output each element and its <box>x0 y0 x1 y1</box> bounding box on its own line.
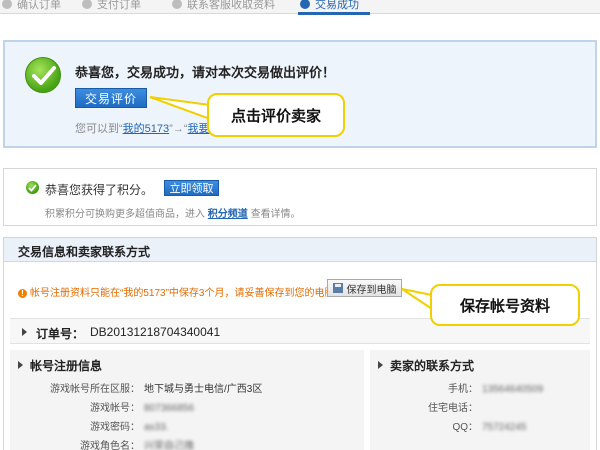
step-icon <box>172 0 182 9</box>
step-label: 交易成功 <box>315 0 359 11</box>
row-value: 75724245 <box>482 422 527 433</box>
success-check-icon <box>25 57 61 93</box>
step-label: 确认订单 <box>17 0 61 11</box>
save-button-label: 保存到电脑 <box>346 284 397 296</box>
points-desc-text: 积累积分可换购更多超值商品，进入 <box>45 209 205 220</box>
seller-row: 住宅电话： <box>370 399 482 414</box>
callout-review-seller: 点击评价卖家 <box>207 93 345 137</box>
my-5173-link[interactable]: 我的5173 <box>123 123 169 135</box>
row-value: 807366856 <box>144 403 195 414</box>
review-button[interactable]: 交易评价 <box>75 88 147 108</box>
account-info-title: 帐号注册信息 <box>30 359 103 373</box>
points-title: 恭喜您获得了积分。 <box>45 183 154 197</box>
active-step-underline <box>298 12 370 15</box>
points-desc-text: 查看详情。 <box>250 209 301 220</box>
step-2: 支付订单 <box>82 0 141 13</box>
row-value: as33. <box>144 422 169 433</box>
row-label: 住宅电话： <box>428 403 478 414</box>
callout-save-account: 保存帐号资料 <box>430 284 580 326</box>
save-warning: ! 帐号注册资料只能在“我的5173”中保存3个月，请妥善保存到您的电脑 <box>18 284 334 299</box>
points-description: 积累积分可换购更多超值商品，进入 积分频道 查看详情。 <box>45 205 301 220</box>
row-label: 游戏角色名： <box>80 441 140 450</box>
step-icon <box>2 0 12 9</box>
seller-row: QQ： 75724245 <box>370 418 527 433</box>
step-icon <box>82 0 92 9</box>
trade-info-header: 交易信息和卖家联系方式 <box>4 238 596 262</box>
row-value: 兴荣自己撸 <box>144 441 194 450</box>
order-label: 订单号： <box>36 327 85 341</box>
seller-contact-panel: 卖家的联系方式 手机： 13564640509 住宅电话： QQ： 75724245 <box>370 350 590 450</box>
points-check-icon <box>26 181 39 194</box>
account-row: 游戏密码： as33. <box>10 418 168 433</box>
triangle-right-icon <box>18 361 23 369</box>
hint-text: ”→“ <box>169 123 188 135</box>
row-label: 游戏密码： <box>90 422 140 433</box>
step-bar: 确认订单 支付订单 联系客服收取资料 交易成功 <box>0 0 600 15</box>
row-value: 地下城与勇士电信/广西3区 <box>144 384 263 395</box>
seller-contact-title: 卖家的联系方式 <box>390 359 475 373</box>
trade-info-section: 交易信息和卖家联系方式 ! 帐号注册资料只能在“我的5173”中保存3个月，请妥善… <box>3 237 597 450</box>
step-1: 确认订单 <box>2 0 61 13</box>
account-row: 游戏帐号所在区服： 地下城与勇士电信/广西3区 <box>10 380 262 395</box>
floppy-disk-icon <box>332 283 343 293</box>
order-number: DB20131218704340041 <box>90 325 221 339</box>
save-to-computer-button[interactable]: 保存到电脑 <box>327 279 402 297</box>
row-value: 13564640509 <box>482 384 544 395</box>
triangle-right-icon <box>378 361 383 369</box>
step-label: 联系客服收取资料 <box>187 0 275 11</box>
account-row: 游戏帐号： 807366856 <box>10 399 194 414</box>
points-channel-link[interactable]: 积分频道 <box>208 209 248 220</box>
points-panel: 恭喜您获得了积分。 立即领取 积累积分可换购更多超值商品，进入 积分频道 查看详… <box>3 168 597 226</box>
triangle-right-icon <box>22 328 27 336</box>
warning-icon: ! <box>18 289 27 298</box>
row-label: 手机： <box>448 384 478 395</box>
seller-row: 手机： 13564640509 <box>370 380 543 395</box>
row-label: QQ： <box>452 422 478 433</box>
step-3: 联系客服收取资料 <box>172 0 275 13</box>
section-title: 交易信息和卖家联系方式 <box>18 245 151 259</box>
step-icon <box>300 0 310 9</box>
warning-text: 帐号注册资料只能在“我的5173”中保存3个月，请妥善保存到您的电脑 <box>30 288 335 299</box>
row-label: 游戏帐号： <box>90 403 140 414</box>
claim-points-button[interactable]: 立即领取 <box>164 180 219 196</box>
step-label: 支付订单 <box>97 0 141 11</box>
account-info-panel: 帐号注册信息 游戏帐号所在区服： 地下城与勇士电信/广西3区 游戏帐号： 80736… <box>10 350 364 450</box>
callout-arrow <box>149 96 211 121</box>
row-label: 游戏帐号所在区服： <box>50 384 140 395</box>
hint-text: 您可以到“ <box>75 123 123 135</box>
account-row: 游戏角色名： 兴荣自己撸 <box>10 437 194 450</box>
success-title: 恭喜您，交易成功，请对本次交易做出评价！ <box>75 65 336 80</box>
